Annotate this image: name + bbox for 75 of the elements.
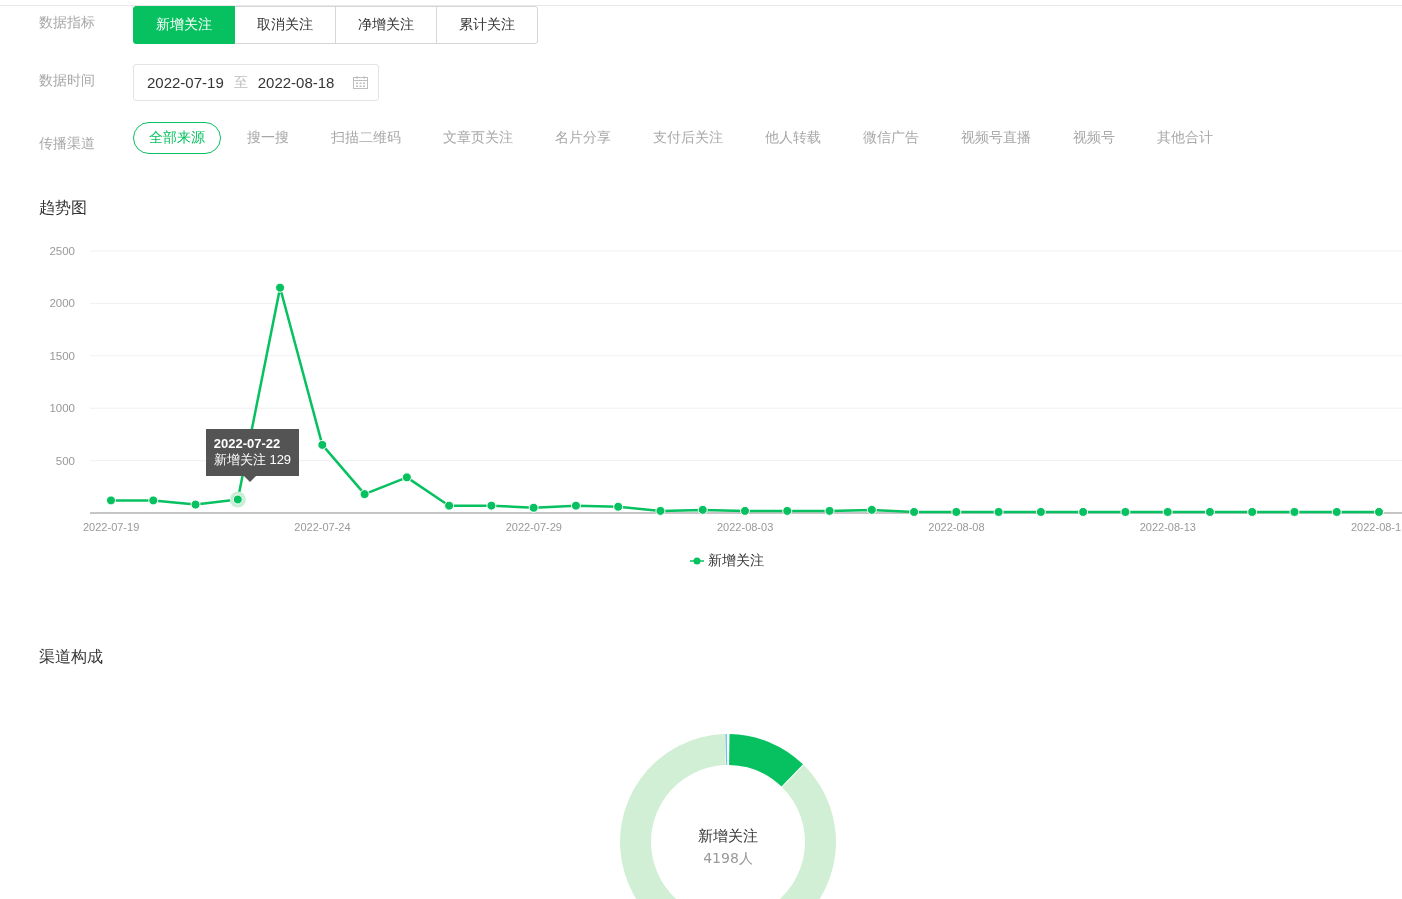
range-separator: 至 bbox=[233, 73, 248, 92]
data-point[interactable] bbox=[1120, 506, 1131, 517]
x-axis-label: 2022-07-24 bbox=[294, 521, 351, 533]
data-point[interactable] bbox=[401, 472, 412, 483]
data-point[interactable] bbox=[697, 504, 708, 515]
channel-tab[interactable]: 文章页关注 bbox=[427, 122, 529, 154]
data-point[interactable] bbox=[1247, 506, 1258, 517]
data-point[interactable] bbox=[1078, 506, 1089, 517]
legend-label[interactable]: 新增关注 bbox=[708, 552, 764, 570]
y-axis-label: 1500 bbox=[49, 349, 75, 362]
data-point[interactable] bbox=[229, 491, 246, 508]
channel-tab[interactable]: 视频号 bbox=[1057, 122, 1131, 154]
data-point[interactable] bbox=[1331, 506, 1342, 517]
data-point[interactable] bbox=[528, 502, 539, 513]
metric-tab[interactable]: 累计关注 bbox=[436, 6, 538, 44]
legend-marker-icon[interactable] bbox=[690, 557, 704, 565]
start-date-value[interactable]: 2022-07-19 bbox=[147, 74, 224, 91]
donut-slice[interactable] bbox=[620, 734, 836, 899]
data-point[interactable] bbox=[275, 282, 286, 293]
metric-tab[interactable]: 净增关注 bbox=[335, 6, 437, 44]
channel-tab[interactable]: 支付后关注 bbox=[637, 122, 739, 154]
data-point[interactable] bbox=[148, 495, 159, 506]
x-axis-label: 2022-08-13 bbox=[1139, 521, 1196, 533]
data-point[interactable] bbox=[866, 504, 877, 515]
data-point[interactable] bbox=[824, 505, 835, 516]
channel-tab[interactable]: 扫描二维码 bbox=[315, 122, 417, 154]
data-point[interactable] bbox=[359, 489, 370, 500]
section-title: 渠道构成 bbox=[39, 646, 103, 668]
data-point[interactable] bbox=[444, 500, 455, 511]
data-point[interactable] bbox=[1374, 506, 1384, 517]
data-point[interactable] bbox=[106, 495, 116, 506]
x-axis-label: 2022-07-29 bbox=[505, 521, 562, 533]
donut-slice[interactable] bbox=[729, 734, 803, 787]
section-title: 趋势图 bbox=[39, 197, 87, 219]
channel-tab[interactable]: 其他合计 bbox=[1141, 122, 1229, 154]
y-axis-label: 2000 bbox=[49, 297, 75, 310]
donut-center-value: 4198人 bbox=[703, 850, 753, 866]
donut-center-title: 新增关注 bbox=[698, 827, 758, 845]
channel-tab[interactable]: 搜一搜 bbox=[231, 122, 305, 154]
channel-tab[interactable]: 他人转载 bbox=[749, 122, 837, 154]
x-axis-label: 2022-08-1 bbox=[1351, 521, 1402, 533]
data-point[interactable] bbox=[1289, 506, 1300, 517]
data-point[interactable] bbox=[1204, 506, 1215, 517]
date-range-field[interactable]: 2022-07-19 至 2022-08-18 bbox=[133, 64, 379, 101]
data-point[interactable] bbox=[486, 500, 497, 511]
x-axis-label: 2022-08-08 bbox=[928, 521, 985, 533]
data-point[interactable] bbox=[613, 501, 624, 512]
donut-slice[interactable] bbox=[725, 734, 728, 765]
filter-label: 传播渠道 bbox=[39, 134, 96, 153]
channel-tab[interactable]: 名片分享 bbox=[539, 122, 627, 154]
calendar-icon[interactable] bbox=[353, 76, 368, 89]
channel-tab[interactable]: 微信广告 bbox=[847, 122, 935, 154]
metric-tab[interactable]: 取消关注 bbox=[234, 6, 336, 44]
y-axis-label: 1000 bbox=[49, 402, 75, 415]
data-point[interactable] bbox=[782, 505, 793, 516]
data-point[interactable] bbox=[570, 500, 581, 511]
data-point[interactable] bbox=[1035, 506, 1046, 517]
x-axis-label: 2022-07-19 bbox=[83, 521, 140, 533]
end-date-value[interactable]: 2022-08-18 bbox=[257, 74, 335, 91]
y-axis-label: 2500 bbox=[49, 245, 75, 257]
y-axis-label: 500 bbox=[55, 454, 75, 467]
filter-label: 数据指标 bbox=[39, 13, 96, 32]
data-point[interactable] bbox=[993, 506, 1004, 517]
data-point[interactable] bbox=[1162, 506, 1173, 517]
data-point[interactable] bbox=[740, 505, 750, 516]
tooltip: 2022-07-22 新增关注 129 bbox=[205, 429, 300, 483]
data-point[interactable] bbox=[317, 439, 328, 450]
metric-tab[interactable]: 新增关注 bbox=[133, 6, 235, 44]
data-point[interactable] bbox=[909, 506, 920, 517]
channel-tab[interactable]: 视频号直播 bbox=[945, 122, 1047, 154]
filter-label: 数据时间 bbox=[39, 71, 96, 90]
data-point[interactable] bbox=[951, 506, 962, 517]
data-point[interactable] bbox=[190, 499, 201, 510]
data-point[interactable] bbox=[655, 505, 666, 516]
x-axis-label: 2022-08-03 bbox=[717, 521, 774, 533]
